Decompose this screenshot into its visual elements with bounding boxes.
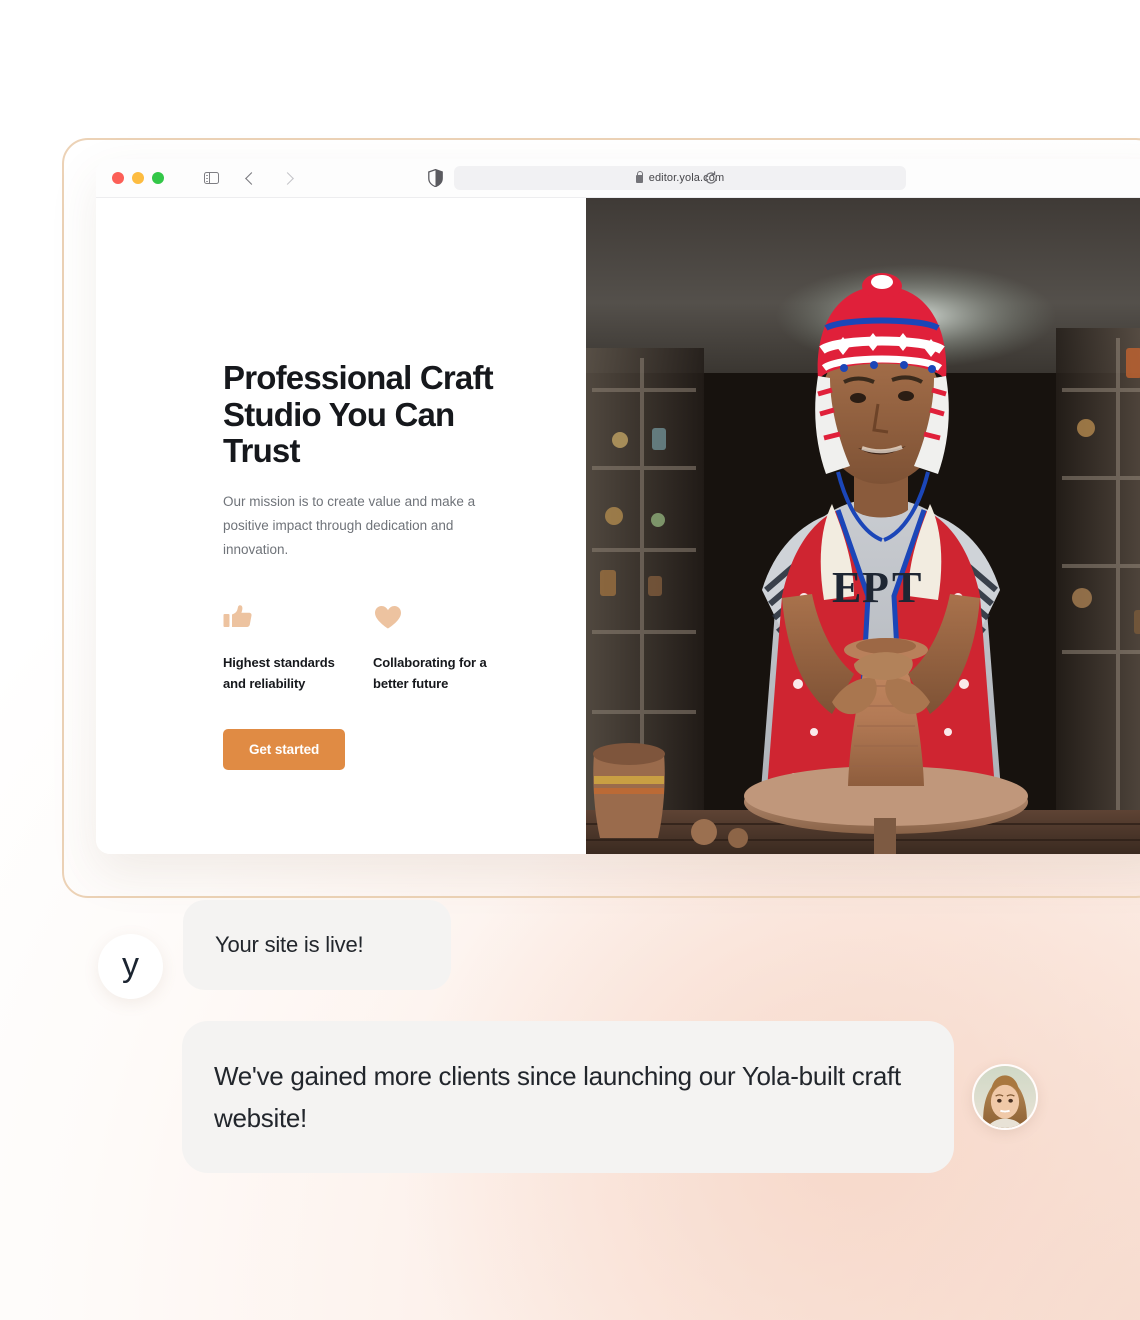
potter-photo: EPT (586, 198, 1140, 854)
minimize-window-button[interactable] (132, 172, 144, 184)
hero-content: Professional Craft Studio You Can Trust … (223, 359, 523, 770)
address-bar[interactable]: editor.yola.com (454, 166, 906, 190)
privacy-shield-button[interactable] (428, 168, 443, 188)
chat-message-text: We've gained more clients since launchin… (214, 1061, 901, 1134)
feature-label: Highest standards and reliability (223, 654, 335, 692)
lock-icon (635, 170, 644, 183)
window-controls (112, 172, 164, 184)
customer-avatar-photo (974, 1066, 1036, 1129)
shield-icon (428, 168, 443, 188)
hero-subtitle: Our mission is to create value and make … (223, 493, 476, 557)
feature-item: Highest standards and reliability (223, 602, 373, 695)
website-preview: Professional Craft Studio You Can Trust … (96, 198, 1140, 854)
customer-avatar (972, 1064, 1038, 1131)
heart-icon (373, 602, 523, 632)
reload-button[interactable] (704, 171, 718, 185)
feature-item: Collaborating for a better future (373, 602, 523, 695)
yola-logo-mark: y (122, 946, 139, 984)
browser-window: editor.yola.com Professional Craft Studi… (96, 159, 1140, 854)
reload-icon (705, 171, 717, 184)
back-button[interactable] (232, 165, 258, 191)
hero-title: Professional Craft Studio You Can Trust (223, 359, 494, 470)
forward-button[interactable] (266, 165, 294, 191)
browser-toolbar: editor.yola.com (96, 159, 1140, 198)
chat-message-row: y Your site is live! (98, 900, 451, 999)
navigation-controls (198, 165, 294, 191)
chat-bubble-yola: Your site is live! (183, 900, 451, 990)
chat-message-row: We've gained more clients since launchin… (182, 1021, 1038, 1174)
maximize-window-button[interactable] (152, 172, 164, 184)
feature-label: Collaborating for a better future (373, 654, 487, 692)
yola-brand-avatar: y (98, 934, 163, 999)
hero-photo-pane: EPT (586, 198, 1140, 854)
chat-bubble-customer: We've gained more clients since launchin… (182, 1021, 954, 1174)
chevron-left-icon (244, 171, 258, 185)
sidebar-toggle-button[interactable] (198, 165, 224, 191)
get-started-button[interactable]: Get started (223, 728, 346, 770)
feature-list: Highest standards and reliability Collab… (223, 602, 523, 695)
sidebar-icon (203, 171, 219, 185)
chat-message-text: Your site is live! (215, 932, 364, 957)
close-window-button[interactable] (112, 172, 124, 184)
chevron-right-icon (280, 171, 294, 185)
thumbs-up-icon (223, 602, 373, 632)
hero-text-pane: Professional Craft Studio You Can Trust … (96, 198, 586, 854)
